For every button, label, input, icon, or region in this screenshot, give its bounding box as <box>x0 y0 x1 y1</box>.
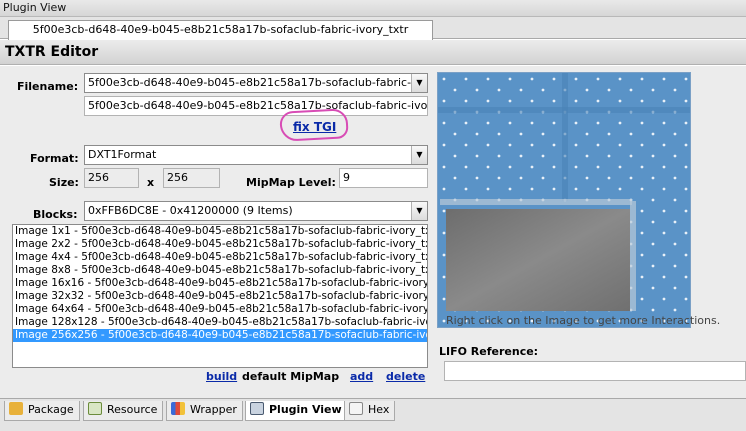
blocks-combo-value: 0xFFB6DC8E - 0x41200000 (9 Items) <box>88 204 293 217</box>
package-icon <box>9 402 23 415</box>
fix-tgi-link[interactable]: fix TGI <box>293 120 336 134</box>
filename-combo-value: 5f00e3cb-d648-40e9-b045-e8b21c58a17b-sof… <box>88 76 411 89</box>
document-tabstrip: 5f00e3cb-d648-40e9-b045-e8b21c58a17b-sof… <box>0 17 746 40</box>
fabric-texture-image <box>438 73 690 327</box>
list-item[interactable]: Image 256x256 - 5f00e3cb-d648-40e9-b045-… <box>13 329 427 342</box>
list-item[interactable]: Image 2x2 - 5f00e3cb-d648-40e9-b045-e8b2… <box>13 238 427 251</box>
editor-title: TXTR Editor <box>0 40 746 65</box>
format-combo[interactable]: DXT1Format ▼ <box>84 145 428 165</box>
format-combo-value: DXT1Format <box>88 148 157 161</box>
lifo-field[interactable] <box>444 361 746 381</box>
tab-wrapper[interactable]: Wrapper <box>166 401 243 421</box>
list-item[interactable]: Image 8x8 - 5f00e3cb-d648-40e9-b045-e8b2… <box>13 264 427 277</box>
plugin-view-icon <box>250 402 264 415</box>
chevron-down-icon[interactable]: ▼ <box>411 202 427 220</box>
list-item[interactable]: Image 4x4 - 5f00e3cb-d648-40e9-b045-e8b2… <box>13 251 427 264</box>
tab-document[interactable]: 5f00e3cb-d648-40e9-b045-e8b21c58a17b-sof… <box>8 20 433 40</box>
list-item[interactable]: Image 128x128 - 5f00e3cb-d648-40e9-b045-… <box>13 316 427 329</box>
height-field: 256 <box>163 168 220 188</box>
size-separator: x <box>147 176 155 189</box>
width-field: 256 <box>84 168 139 188</box>
size-label: Size: <box>49 176 79 189</box>
filename-combo[interactable]: 5f00e3cb-d648-40e9-b045-e8b21c58a17b-sof… <box>84 73 428 93</box>
list-item[interactable]: Image 16x16 - 5f00e3cb-d648-40e9-b045-e8… <box>13 277 427 290</box>
bottom-tabbar: Package Resource Wrapper Plugin View Hex <box>0 398 746 431</box>
blocks-combo[interactable]: 0xFFB6DC8E - 0x41200000 (9 Items) ▼ <box>84 201 428 221</box>
list-item[interactable]: Image 1x1 - 5f00e3cb-d648-40e9-b045-e8b2… <box>13 225 427 238</box>
tab-wrapper-label: Wrapper <box>190 403 237 416</box>
tab-hex-label: Hex <box>368 403 390 416</box>
tab-plugin-view[interactable]: Plugin View <box>245 401 348 421</box>
tab-resource-label: Resource <box>107 403 158 416</box>
default-mipmap-label: default MipMap <box>242 370 340 383</box>
list-item[interactable]: Image 64x64 - 5f00e3cb-d648-40e9-b045-e8… <box>13 303 427 316</box>
texture-preview[interactable] <box>437 72 691 328</box>
mipmap-label: MipMap Level: <box>246 176 336 189</box>
lifo-label: LIFO Reference: <box>439 345 539 358</box>
mipmap-field[interactable]: 9 <box>339 168 428 188</box>
delete-link[interactable]: delete <box>386 370 425 383</box>
window-title: Plugin View <box>0 0 746 17</box>
tab-resource[interactable]: Resource <box>83 401 164 421</box>
tab-package-label: Package <box>28 403 74 416</box>
preview-hint: Right click on the Image to get more Int… <box>446 314 721 327</box>
blocks-label: Blocks: <box>33 208 78 221</box>
chevron-down-icon[interactable]: ▼ <box>411 146 427 164</box>
image-list[interactable]: Image 1x1 - 5f00e3cb-d648-40e9-b045-e8b2… <box>12 224 428 368</box>
wrapper-icon <box>171 402 185 415</box>
build-link[interactable]: build <box>206 370 237 383</box>
hex-icon <box>349 402 363 415</box>
tab-hex[interactable]: Hex <box>344 401 396 421</box>
list-item[interactable]: Image 32x32 - 5f00e3cb-d648-40e9-b045-e8… <box>13 290 427 303</box>
chevron-down-icon[interactable]: ▼ <box>411 74 427 92</box>
filename-label: Filename: <box>17 80 79 93</box>
filename-field[interactable]: 5f00e3cb-d648-40e9-b045-e8b21c58a17b-sof… <box>84 96 428 116</box>
add-link[interactable]: add <box>350 370 373 383</box>
resource-icon <box>88 402 102 415</box>
tab-plugin-view-label: Plugin View <box>269 403 342 416</box>
tab-package[interactable]: Package <box>4 401 80 421</box>
format-label: Format: <box>30 152 79 165</box>
